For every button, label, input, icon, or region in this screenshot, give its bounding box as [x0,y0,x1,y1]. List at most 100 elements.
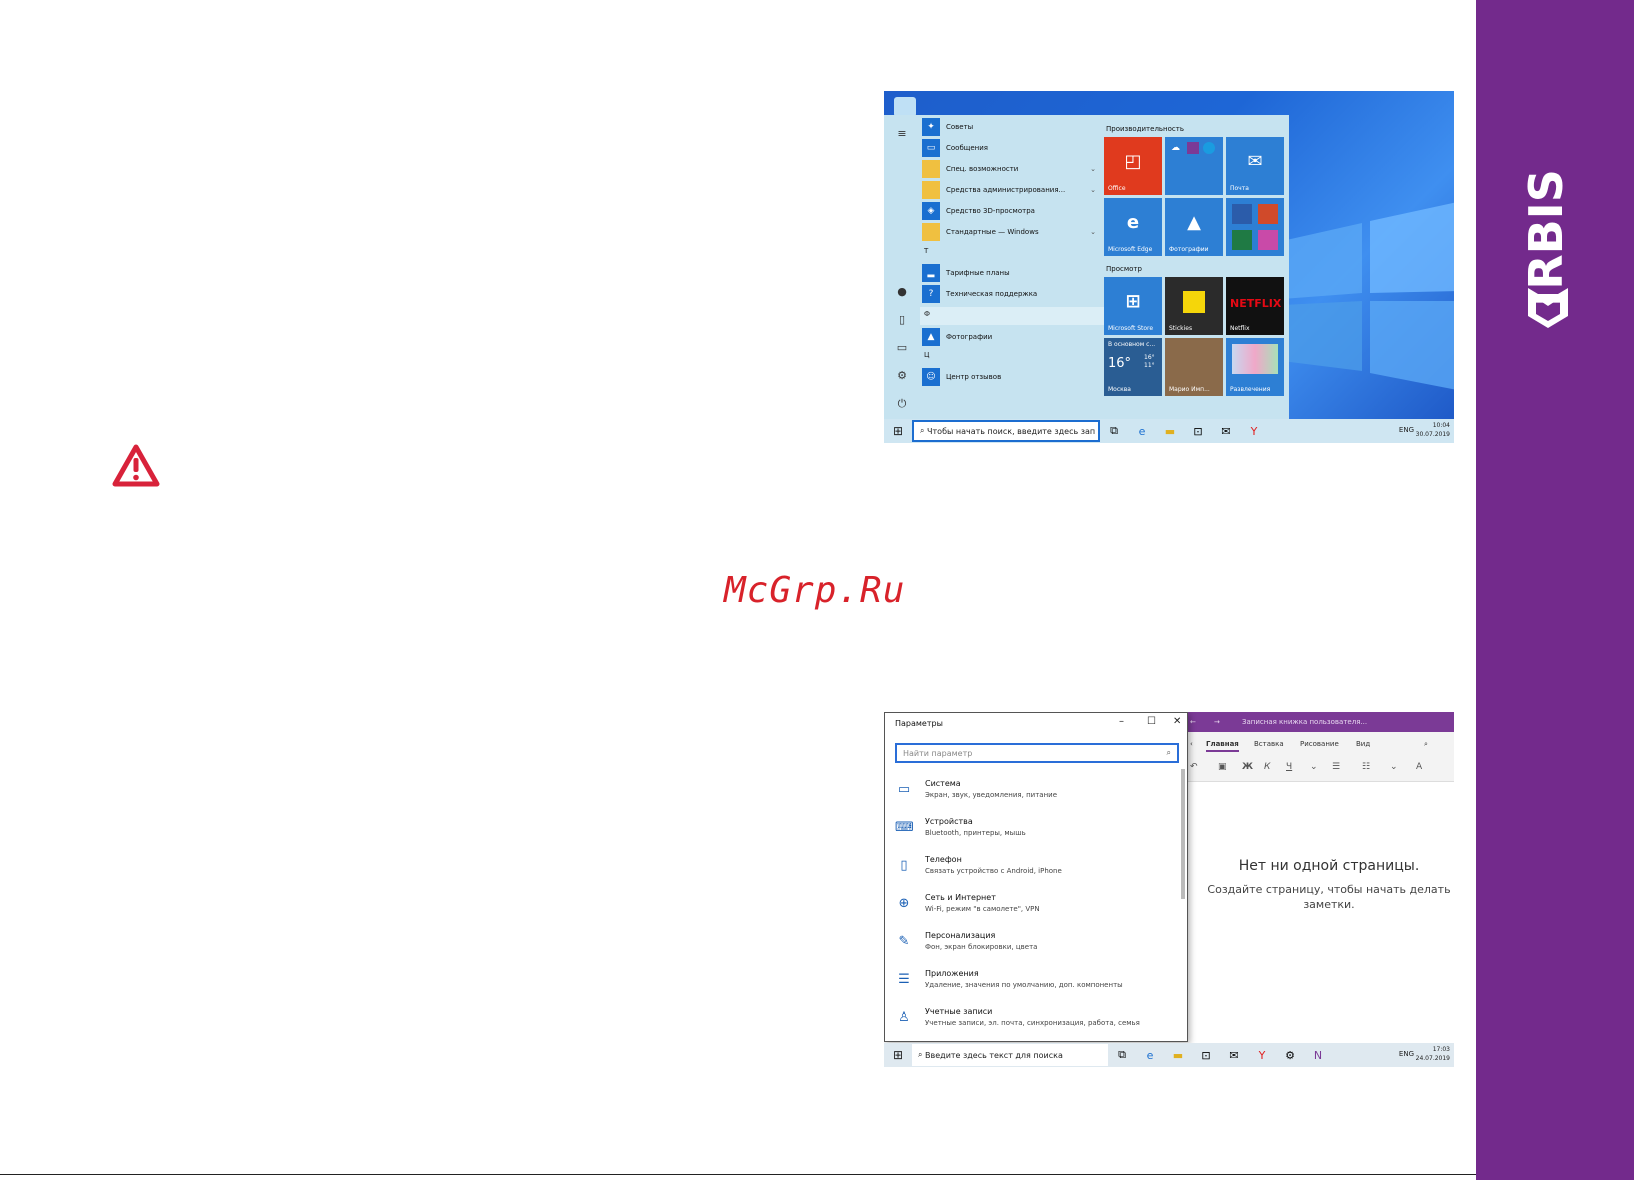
bullets-icon[interactable]: ☰ [1332,762,1340,772]
group-title-browse: Просмотр [1106,265,1142,273]
tab-insert[interactable]: Вставка [1254,740,1284,748]
taskbar-search-input[interactable]: ⌕ Чтобы начать поиск, введите здесь зап [912,420,1100,442]
search-icon: ⌕ [920,426,928,435]
letter-header-f[interactable]: Ф [924,310,930,318]
tile-office-grid[interactable] [1226,198,1284,256]
back-arrow-icon[interactable]: ← [1190,718,1196,726]
pictures-icon[interactable]: ▭ [894,341,910,355]
italic-icon[interactable]: К [1264,762,1270,772]
power-icon[interactable]: ⏻ [894,397,910,411]
yandex-icon[interactable]: Y [1240,425,1268,438]
recycle-bin-icon[interactable] [894,97,916,117]
chevron-left-icon[interactable]: ‹ [1190,740,1193,748]
tab-home[interactable]: Главная [1206,740,1239,752]
numbering-icon[interactable]: ☷ [1362,762,1370,772]
settings-gear-icon[interactable]: ⚙ [1276,1049,1304,1062]
tray-clock[interactable]: 10:04 30.07.2019 [1416,421,1450,439]
tile-stickies[interactable]: Stickies [1165,277,1223,335]
app-item-feedback[interactable]: ☺ Центр отзывов [922,367,1102,387]
bold-icon[interactable]: Ж [1242,762,1253,772]
hamburger-icon[interactable]: ≡ [894,127,910,141]
settings-window: Параметры – ☐ ✕ Найти параметр ⌕ ▭ Систе… [884,712,1188,1042]
windows-start-icon[interactable]: ⊞ [884,1048,912,1062]
tile-office-apps[interactable]: ☁ [1165,137,1223,195]
app-item-admin-tools[interactable]: Средства администрирования... ⌄ [922,180,1102,200]
app-item-support[interactable]: ? Техническая поддержка [922,284,1102,304]
explorer-icon[interactable]: ▬ [1164,1049,1192,1062]
maximize-icon[interactable]: ☐ [1147,716,1156,727]
settings-item-phone[interactable]: ▯ Телефон Связать устройство с Android, … [895,853,1179,883]
manual-page: IRBIS McGrp.Ru ≡ ● ▯ ▭ ⚙ ⏻ ✦ Советы ▭ Со… [0,0,1634,1180]
tray-lang[interactable]: ENG [1399,426,1414,434]
app-item-tips[interactable]: ✦ Советы [922,117,1102,137]
tile-edge[interactable]: e Microsoft Edge [1104,198,1162,256]
tray-clock[interactable]: 17:03 24.07.2019 [1416,1045,1450,1063]
chevron-down-icon: ⌄ [1090,186,1096,194]
folder-icon [922,223,940,241]
minimize-icon[interactable]: – [1119,716,1124,727]
app-item-tariffs[interactable]: ▂ Тарифные планы [922,263,1102,283]
game-icon [1258,230,1278,250]
app-item-accessories[interactable]: Стандартные — Windows ⌄ [922,222,1102,242]
chevron-down-icon: ⌄ [1090,228,1096,236]
settings-item-system[interactable]: ▭ Система Экран, звук, уведомления, пита… [895,777,1179,807]
tile-play[interactable]: Развлечения [1226,338,1284,396]
settings-item-personalization[interactable]: ✎ Персонализация Фон, экран блокировки, … [895,929,1179,959]
app-item-messages[interactable]: ▭ Сообщения [922,138,1102,158]
chevron-down-icon[interactable]: ⌄ [1310,762,1318,772]
onenote-icon[interactable]: N [1304,1049,1332,1062]
brand-band: IRBIS [1476,0,1634,1180]
letter-header-t[interactable]: Т [924,247,928,255]
app-item-3d-viewer[interactable]: ◈ Средство 3D-просмотра [922,201,1102,221]
undo-icon[interactable]: ↶ [1190,762,1198,772]
settings-item-apps[interactable]: ☰ Приложения Удаление, значения по умолч… [895,967,1179,997]
explorer-icon[interactable]: ▬ [1156,425,1184,438]
settings-item-devices[interactable]: ⌨ Устройства Bluetooth, принтеры, мышь [895,815,1179,845]
tile-game[interactable]: Марио Имп... [1165,338,1223,396]
windows-wallpaper-logo-icon [1282,202,1454,390]
styles-icon[interactable]: A [1416,762,1422,772]
tab-view[interactable]: Вид [1356,740,1370,748]
edge-icon[interactable]: e [1136,1049,1164,1062]
tab-draw[interactable]: Рисование [1300,740,1339,748]
mail-icon[interactable]: ✉ [1212,425,1240,438]
tile-office[interactable]: ◰ Office [1104,137,1162,195]
empty-title: Нет ни одной страницы. [1238,858,1420,874]
tile-weather[interactable]: В основном с... 16° 16° 11° Москва [1104,338,1162,396]
chevron-down-icon[interactable]: ⌄ [1390,762,1398,772]
tile-mail[interactable]: ✉ Почта [1226,137,1284,195]
settings-item-accounts[interactable]: ♙ Учетные записи Учетные записи, эл. поч… [895,1005,1179,1035]
scrollbar[interactable] [1181,769,1185,899]
app-item-accessibility[interactable]: Спец. возможности ⌄ [922,159,1102,179]
taskbar-search-input[interactable]: ⌕ Введите здесь текст для поиска [912,1044,1108,1066]
irbis-logo-icon: IRBIS [1519,169,1573,328]
close-icon[interactable]: ✕ [1173,716,1181,727]
tile-store[interactable]: ⊞ Microsoft Store [1104,277,1162,335]
tray-lang[interactable]: ENG [1399,1050,1414,1058]
app-label: Центр отзывов [946,373,1002,381]
edge-icon: e [1126,212,1140,233]
forward-arrow-icon[interactable]: → [1214,718,1220,726]
group-title-productivity: Производительность [1106,125,1184,133]
windows-start-icon[interactable]: ⊞ [884,424,912,438]
underline-icon[interactable]: Ч [1286,762,1292,772]
task-view-icon[interactable]: ⧉ [1100,424,1128,438]
yandex-icon[interactable]: Y [1248,1049,1276,1062]
tile-netflix[interactable]: NETFLIX Netflix [1226,277,1284,335]
letter-header-c[interactable]: Ц [924,351,929,359]
paste-icon[interactable]: ▣ [1218,762,1227,772]
settings-search-input[interactable]: Найти параметр ⌕ [895,743,1179,763]
document-icon[interactable]: ▯ [894,313,910,327]
settings-gear-icon[interactable]: ⚙ [894,369,910,383]
app-item-photos[interactable]: ▲ Фотографии [922,327,1102,347]
user-icon[interactable]: ● [894,285,910,299]
store-icon[interactable]: ⊡ [1192,1049,1220,1062]
mail-icon[interactable]: ✉ [1220,1049,1248,1062]
edge-icon[interactable]: e [1128,425,1156,438]
folder-icon [922,181,940,199]
search-icon[interactable]: ⌕ [1424,740,1428,749]
tile-photos[interactable]: ▲ Фотографии [1165,198,1223,256]
store-icon[interactable]: ⊡ [1184,425,1212,438]
settings-item-network[interactable]: ⊕ Сеть и Интернет Wi-Fi, режим "в самоле… [895,891,1179,921]
task-view-icon[interactable]: ⧉ [1108,1048,1136,1062]
